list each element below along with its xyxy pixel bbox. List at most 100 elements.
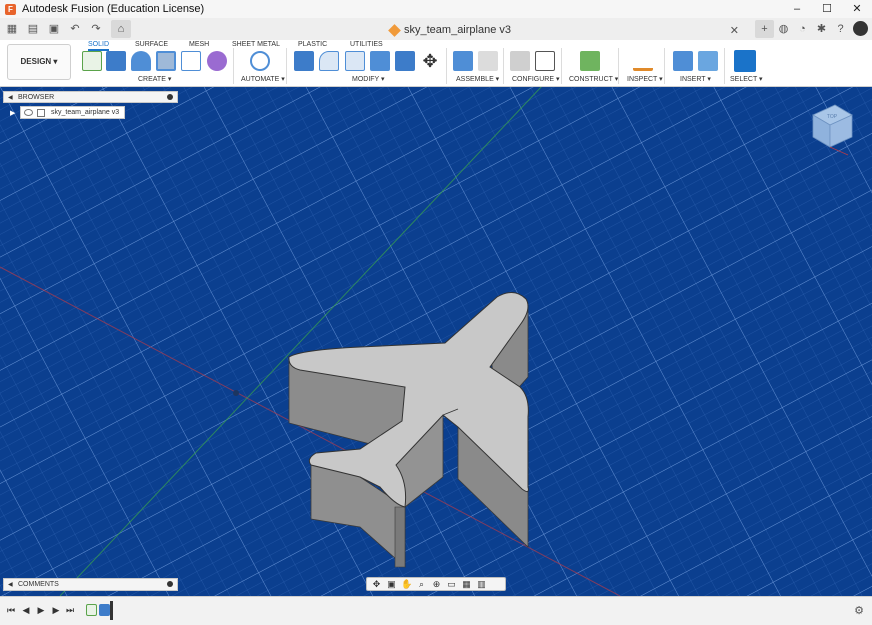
browser-panel[interactable]: ◀ BROWSER bbox=[3, 91, 178, 103]
pattern-icon[interactable] bbox=[181, 51, 201, 71]
job-status-icon[interactable]: ◔ bbox=[793, 20, 812, 38]
configure-icon[interactable] bbox=[510, 51, 530, 71]
expand-arrow-icon[interactable]: ▶ bbox=[10, 109, 20, 117]
timeline-sketch-feature-icon[interactable] bbox=[86, 604, 97, 616]
assemble-menu[interactable]: ASSEMBLE ▾ bbox=[456, 75, 499, 83]
notifications-icon[interactable]: ✱ bbox=[812, 20, 831, 38]
view-cube[interactable]: TOP bbox=[808, 101, 854, 157]
construct-menu[interactable]: CONSTRUCT ▾ bbox=[569, 75, 618, 83]
configuration-table-icon[interactable] bbox=[535, 51, 555, 71]
select-menu[interactable]: SELECT ▾ bbox=[730, 75, 763, 83]
orbit-icon[interactable]: ✥ bbox=[371, 579, 382, 590]
create-menu[interactable]: CREATE ▾ bbox=[138, 75, 171, 83]
go-to-start-icon[interactable]: ⏮ bbox=[5, 604, 17, 616]
redo-icon[interactable]: ↷ bbox=[87, 20, 105, 38]
create-sketch-icon[interactable] bbox=[82, 51, 102, 71]
close-button[interactable]: ✕ bbox=[842, 0, 872, 18]
toolbar-divider bbox=[664, 48, 665, 84]
press-pull-icon[interactable] bbox=[294, 51, 314, 71]
hole-icon[interactable] bbox=[156, 51, 176, 71]
tab-utilities[interactable]: UTILITIES bbox=[350, 41, 383, 48]
visibility-eye-icon[interactable] bbox=[24, 109, 33, 116]
toolbar-divider bbox=[233, 48, 234, 84]
tab-mesh[interactable]: MESH bbox=[189, 41, 209, 48]
document-tab-label: sky_team_airplane v3 bbox=[404, 24, 512, 36]
insert-menu[interactable]: INSERT ▾ bbox=[680, 75, 711, 83]
fusion-app-icon: F bbox=[5, 3, 16, 15]
origin-point bbox=[233, 390, 239, 396]
undo-icon[interactable]: ↶ bbox=[66, 20, 84, 38]
tab-surface[interactable]: SURFACE bbox=[135, 41, 168, 48]
configure-menu[interactable]: CONFIGURE ▾ bbox=[512, 75, 559, 83]
toolbar-divider bbox=[561, 48, 562, 84]
go-to-end-icon[interactable]: ⏭ bbox=[64, 604, 76, 616]
fillet-icon[interactable] bbox=[319, 51, 339, 71]
automate-icon[interactable] bbox=[250, 51, 270, 71]
chamfer-icon[interactable] bbox=[345, 51, 365, 71]
tab-plastic[interactable]: PLASTIC bbox=[298, 41, 327, 48]
display-settings-icon[interactable]: ▭ bbox=[446, 579, 457, 590]
timeline-extrude-feature-icon[interactable] bbox=[99, 604, 110, 616]
form-icon[interactable] bbox=[207, 51, 227, 71]
document-icon bbox=[388, 23, 401, 37]
document-tab[interactable]: sky_team_airplane v3 ✕ bbox=[388, 20, 745, 40]
measure-icon[interactable] bbox=[633, 51, 653, 71]
close-tab-icon[interactable]: ✕ bbox=[730, 24, 739, 37]
toolbar-divider bbox=[286, 48, 287, 84]
timeline: ⏮ ◀ ▶ ▶ ⏭ ⚙ bbox=[0, 596, 872, 625]
shell-icon[interactable] bbox=[370, 51, 390, 71]
tree-item-label: sky_team_airplane v3 bbox=[51, 109, 120, 116]
step-forward-icon[interactable]: ▶ bbox=[50, 604, 62, 616]
viewports-icon[interactable]: ▥ bbox=[476, 579, 487, 590]
tab-solid[interactable]: SOLID bbox=[88, 41, 110, 51]
panel-options-icon[interactable] bbox=[167, 94, 173, 100]
tab-sheet-metal[interactable]: SHEET METAL bbox=[232, 41, 280, 48]
extrude-icon[interactable] bbox=[106, 51, 126, 71]
extensions-icon[interactable]: ◍ bbox=[774, 20, 793, 38]
workspace-switcher-button[interactable]: DESIGN ▾ bbox=[7, 44, 71, 80]
file-menu-icon[interactable]: ▤ bbox=[24, 20, 42, 38]
comments-panel[interactable]: ◀ COMMENTS bbox=[3, 578, 178, 591]
navigation-bar: ✥ ▣ ✋ ⌕ ⊕ ▭ ▦ ▥ bbox=[366, 577, 506, 591]
help-icon[interactable]: ? bbox=[831, 20, 850, 38]
select-cursor-icon[interactable] bbox=[734, 50, 756, 72]
step-back-icon[interactable]: ◀ bbox=[20, 604, 32, 616]
play-icon[interactable]: ▶ bbox=[35, 604, 47, 616]
insert-image-icon[interactable] bbox=[698, 51, 718, 71]
new-component-icon[interactable] bbox=[453, 51, 473, 71]
toolbar-divider bbox=[446, 48, 447, 84]
collapse-arrow-icon[interactable]: ◀ bbox=[8, 581, 13, 588]
home-icon[interactable]: ⌂ bbox=[111, 20, 131, 38]
timeline-marker[interactable] bbox=[110, 601, 113, 620]
timeline-settings-gear-icon[interactable]: ⚙ bbox=[854, 604, 864, 617]
look-at-icon[interactable]: ▣ bbox=[386, 579, 397, 590]
tree-item-document[interactable]: sky_team_airplane v3 bbox=[20, 106, 126, 119]
panel-options-icon[interactable] bbox=[167, 581, 173, 587]
automate-menu[interactable]: AUTOMATE ▾ bbox=[241, 75, 285, 83]
collapse-arrow-icon[interactable]: ◀ bbox=[8, 94, 13, 101]
quick-access-right: + ◍ ◔ ✱ ? bbox=[755, 20, 868, 38]
minimize-button[interactable]: – bbox=[782, 0, 812, 18]
browser-tree-root[interactable]: ▶ sky_team_airplane v3 bbox=[10, 106, 126, 119]
move-copy-icon[interactable]: ✥ bbox=[420, 51, 440, 71]
fit-icon[interactable]: ⊕ bbox=[431, 579, 442, 590]
combine-icon[interactable] bbox=[395, 51, 415, 71]
viewport-grid bbox=[0, 87, 872, 596]
zoom-icon[interactable]: ⌕ bbox=[416, 579, 427, 590]
save-icon[interactable]: ▣ bbox=[45, 20, 63, 38]
data-panel-grid-icon[interactable]: ▦ bbox=[3, 20, 21, 38]
maximize-button[interactable]: ☐ bbox=[812, 0, 842, 18]
inspect-menu[interactable]: INSPECT ▾ bbox=[627, 75, 663, 83]
new-tab-plus-icon[interactable]: + bbox=[755, 20, 774, 38]
ribbon-toolbar: DESIGN ▾ SOLID SURFACE MESH SHEET METAL … bbox=[0, 40, 872, 87]
joint-icon[interactable] bbox=[478, 51, 498, 71]
grid-settings-icon[interactable]: ▦ bbox=[461, 579, 472, 590]
3d-viewport[interactable] bbox=[0, 87, 872, 596]
pan-hand-icon[interactable]: ✋ bbox=[401, 579, 412, 590]
modify-menu[interactable]: MODIFY ▾ bbox=[352, 75, 385, 83]
insert-derive-icon[interactable] bbox=[673, 51, 693, 71]
avatar[interactable] bbox=[853, 21, 868, 36]
offset-plane-icon[interactable] bbox=[580, 51, 600, 71]
toolbar-divider bbox=[503, 48, 504, 84]
revolve-icon[interactable] bbox=[131, 51, 151, 71]
